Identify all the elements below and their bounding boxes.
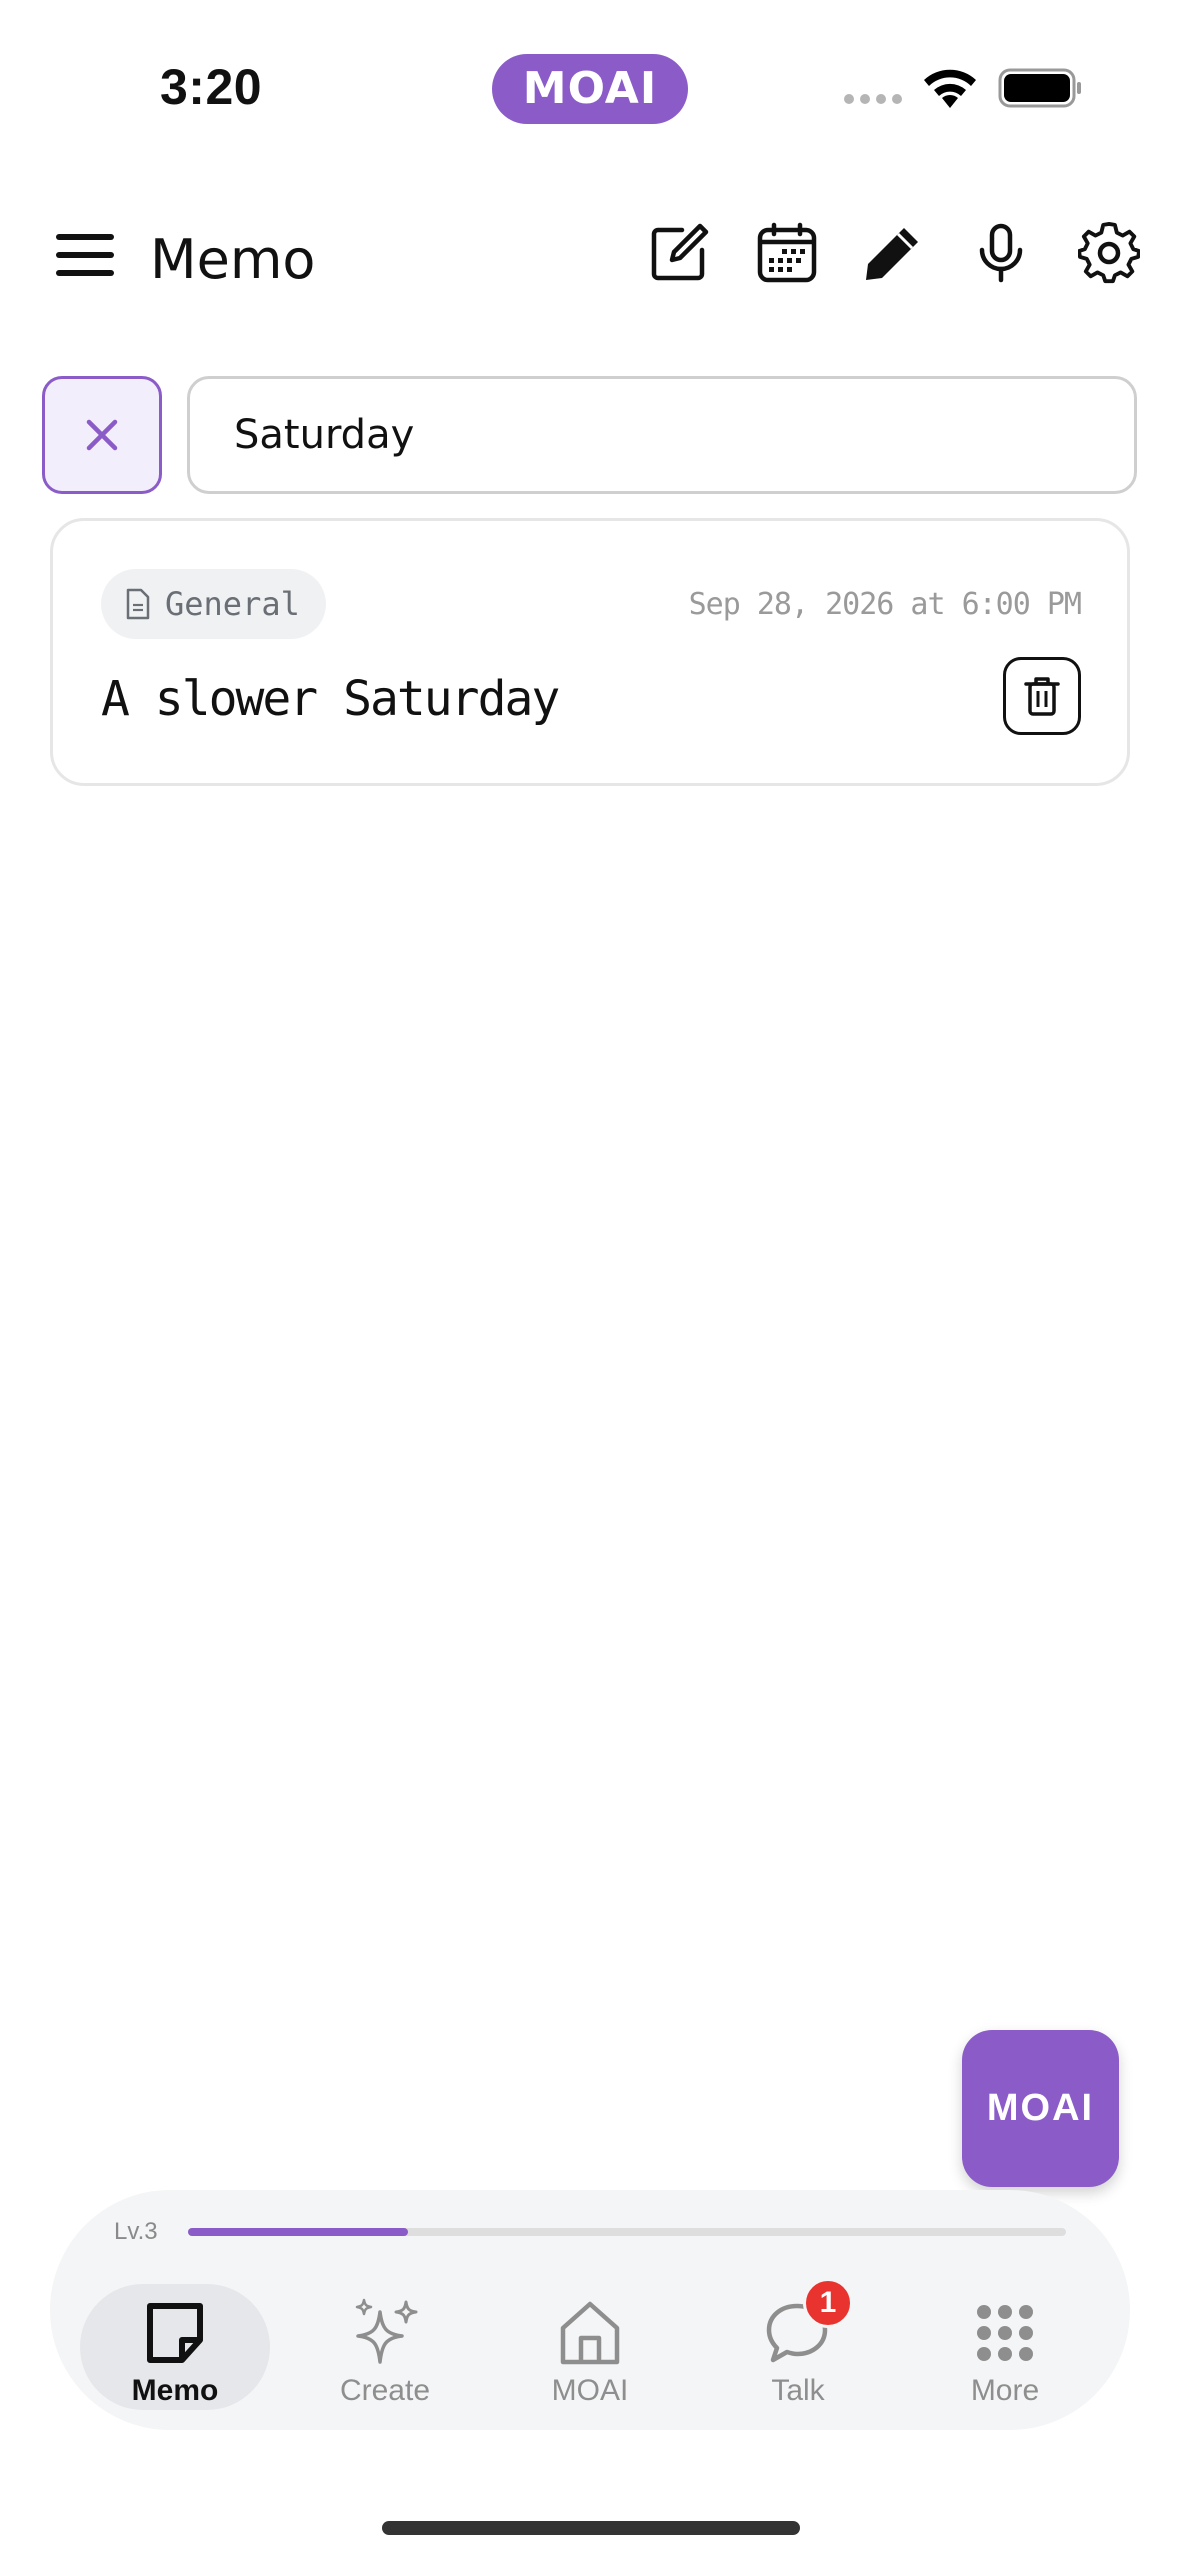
microphone-icon[interactable] [970,222,1032,284]
sparkle-icon [355,2298,418,2364]
nav-item-talk[interactable]: 1 Talk [703,2278,893,2410]
close-icon [86,419,118,451]
calendar-icon[interactable] [756,222,818,284]
document-icon [126,588,150,620]
nav-label-talk: Talk [771,2374,825,2407]
nav-label-more: More [970,2374,1040,2407]
moai-fab-button[interactable]: MOAI [962,2030,1119,2187]
nav-item-more[interactable]: More [910,2284,1100,2410]
search-input[interactable] [187,376,1137,494]
settings-icon[interactable] [1078,222,1140,284]
compose-icon[interactable] [648,222,710,284]
trash-icon [1024,677,1060,716]
delete-memo-button[interactable] [1003,657,1081,735]
nav-item-memo[interactable]: Memo [80,2284,270,2410]
talk-notification-badge: 1 [803,2278,853,2328]
nav-label-memo: Memo [131,2374,219,2407]
pencil-icon[interactable] [862,222,924,284]
page-title: Memo [150,228,316,291]
clear-search-button[interactable] [42,376,162,494]
category-tag[interactable]: General [101,569,326,639]
cellular-signal-icon [844,94,902,104]
category-label: General [165,585,300,623]
grid-icon [977,2305,1033,2361]
memo-title: A slower Saturday [101,671,560,727]
status-app-pill: MOAI [492,54,688,124]
menu-icon[interactable] [56,232,114,278]
wifi-icon [924,69,976,108]
chat-icon-wrapper: 1 [763,2278,853,2368]
status-time: 3:20 [160,59,263,115]
memo-card[interactable]: General Sep 28, 2026 at 6:00 PM A slower… [50,518,1130,786]
level-progress-bar [188,2228,1066,2236]
home-icon [560,2301,620,2365]
home-indicator [382,2521,800,2535]
nav-item-moai[interactable]: MOAI [495,2284,685,2410]
memo-icon [147,2303,203,2363]
level-progress-fill [188,2228,408,2236]
bottom-nav: Lv.3 Memo Create MOAI 1 Talk More [50,2190,1130,2430]
nav-item-create[interactable]: Create [290,2284,480,2410]
battery-icon [998,68,1081,108]
level-label: Lv.3 [114,2218,158,2245]
memo-date: Sep 28, 2026 at 6:00 PM [688,587,1082,622]
nav-label-create: Create [339,2374,431,2407]
nav-label-moai: MOAI [551,2374,629,2407]
